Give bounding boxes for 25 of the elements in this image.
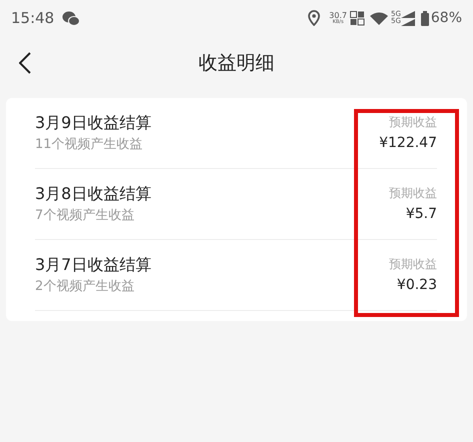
sim-card-icon [350,10,365,26]
battery-percent: 68% [430,8,462,28]
amount-label: 预期收益 [389,256,437,273]
page-title: 收益明细 [198,50,274,76]
record-title: 3月9日收益结算 [35,112,152,134]
network-speed: 30.7 [329,12,347,20]
record-subtitle: 11个视频产生收益 [35,136,144,154]
record-title: 3月8日收益结算 [35,183,152,205]
amount-label: 预期收益 [389,185,437,202]
location-icon [308,10,320,26]
signal-icon [400,10,415,26]
chat-app-icon [62,10,80,26]
record-title: 3月7日收益结算 [35,254,152,276]
battery-icon [420,10,429,26]
wifi-icon [370,12,388,24]
record-subtitle: 2个视频产生收益 [35,278,136,296]
amount-label: 预期收益 [389,114,437,131]
record-subtitle: 7个视频产生收益 [35,207,136,225]
amount-value: ¥5.7 [406,205,437,224]
record-row[interactable]: 3月7日收益结算 2个视频产生收益 预期收益 ¥0.23 [35,240,437,311]
amount-value: ¥122.47 [379,134,437,153]
status-time: 15:48 [11,8,54,29]
record-row[interactable]: 3月8日收益结算 7个视频产生收益 预期收益 ¥5.7 [35,169,437,240]
amount-value: ¥0.23 [396,276,437,295]
record-row[interactable]: 3月9日收益结算 11个视频产生收益 预期收益 ¥122.47 [35,98,437,169]
